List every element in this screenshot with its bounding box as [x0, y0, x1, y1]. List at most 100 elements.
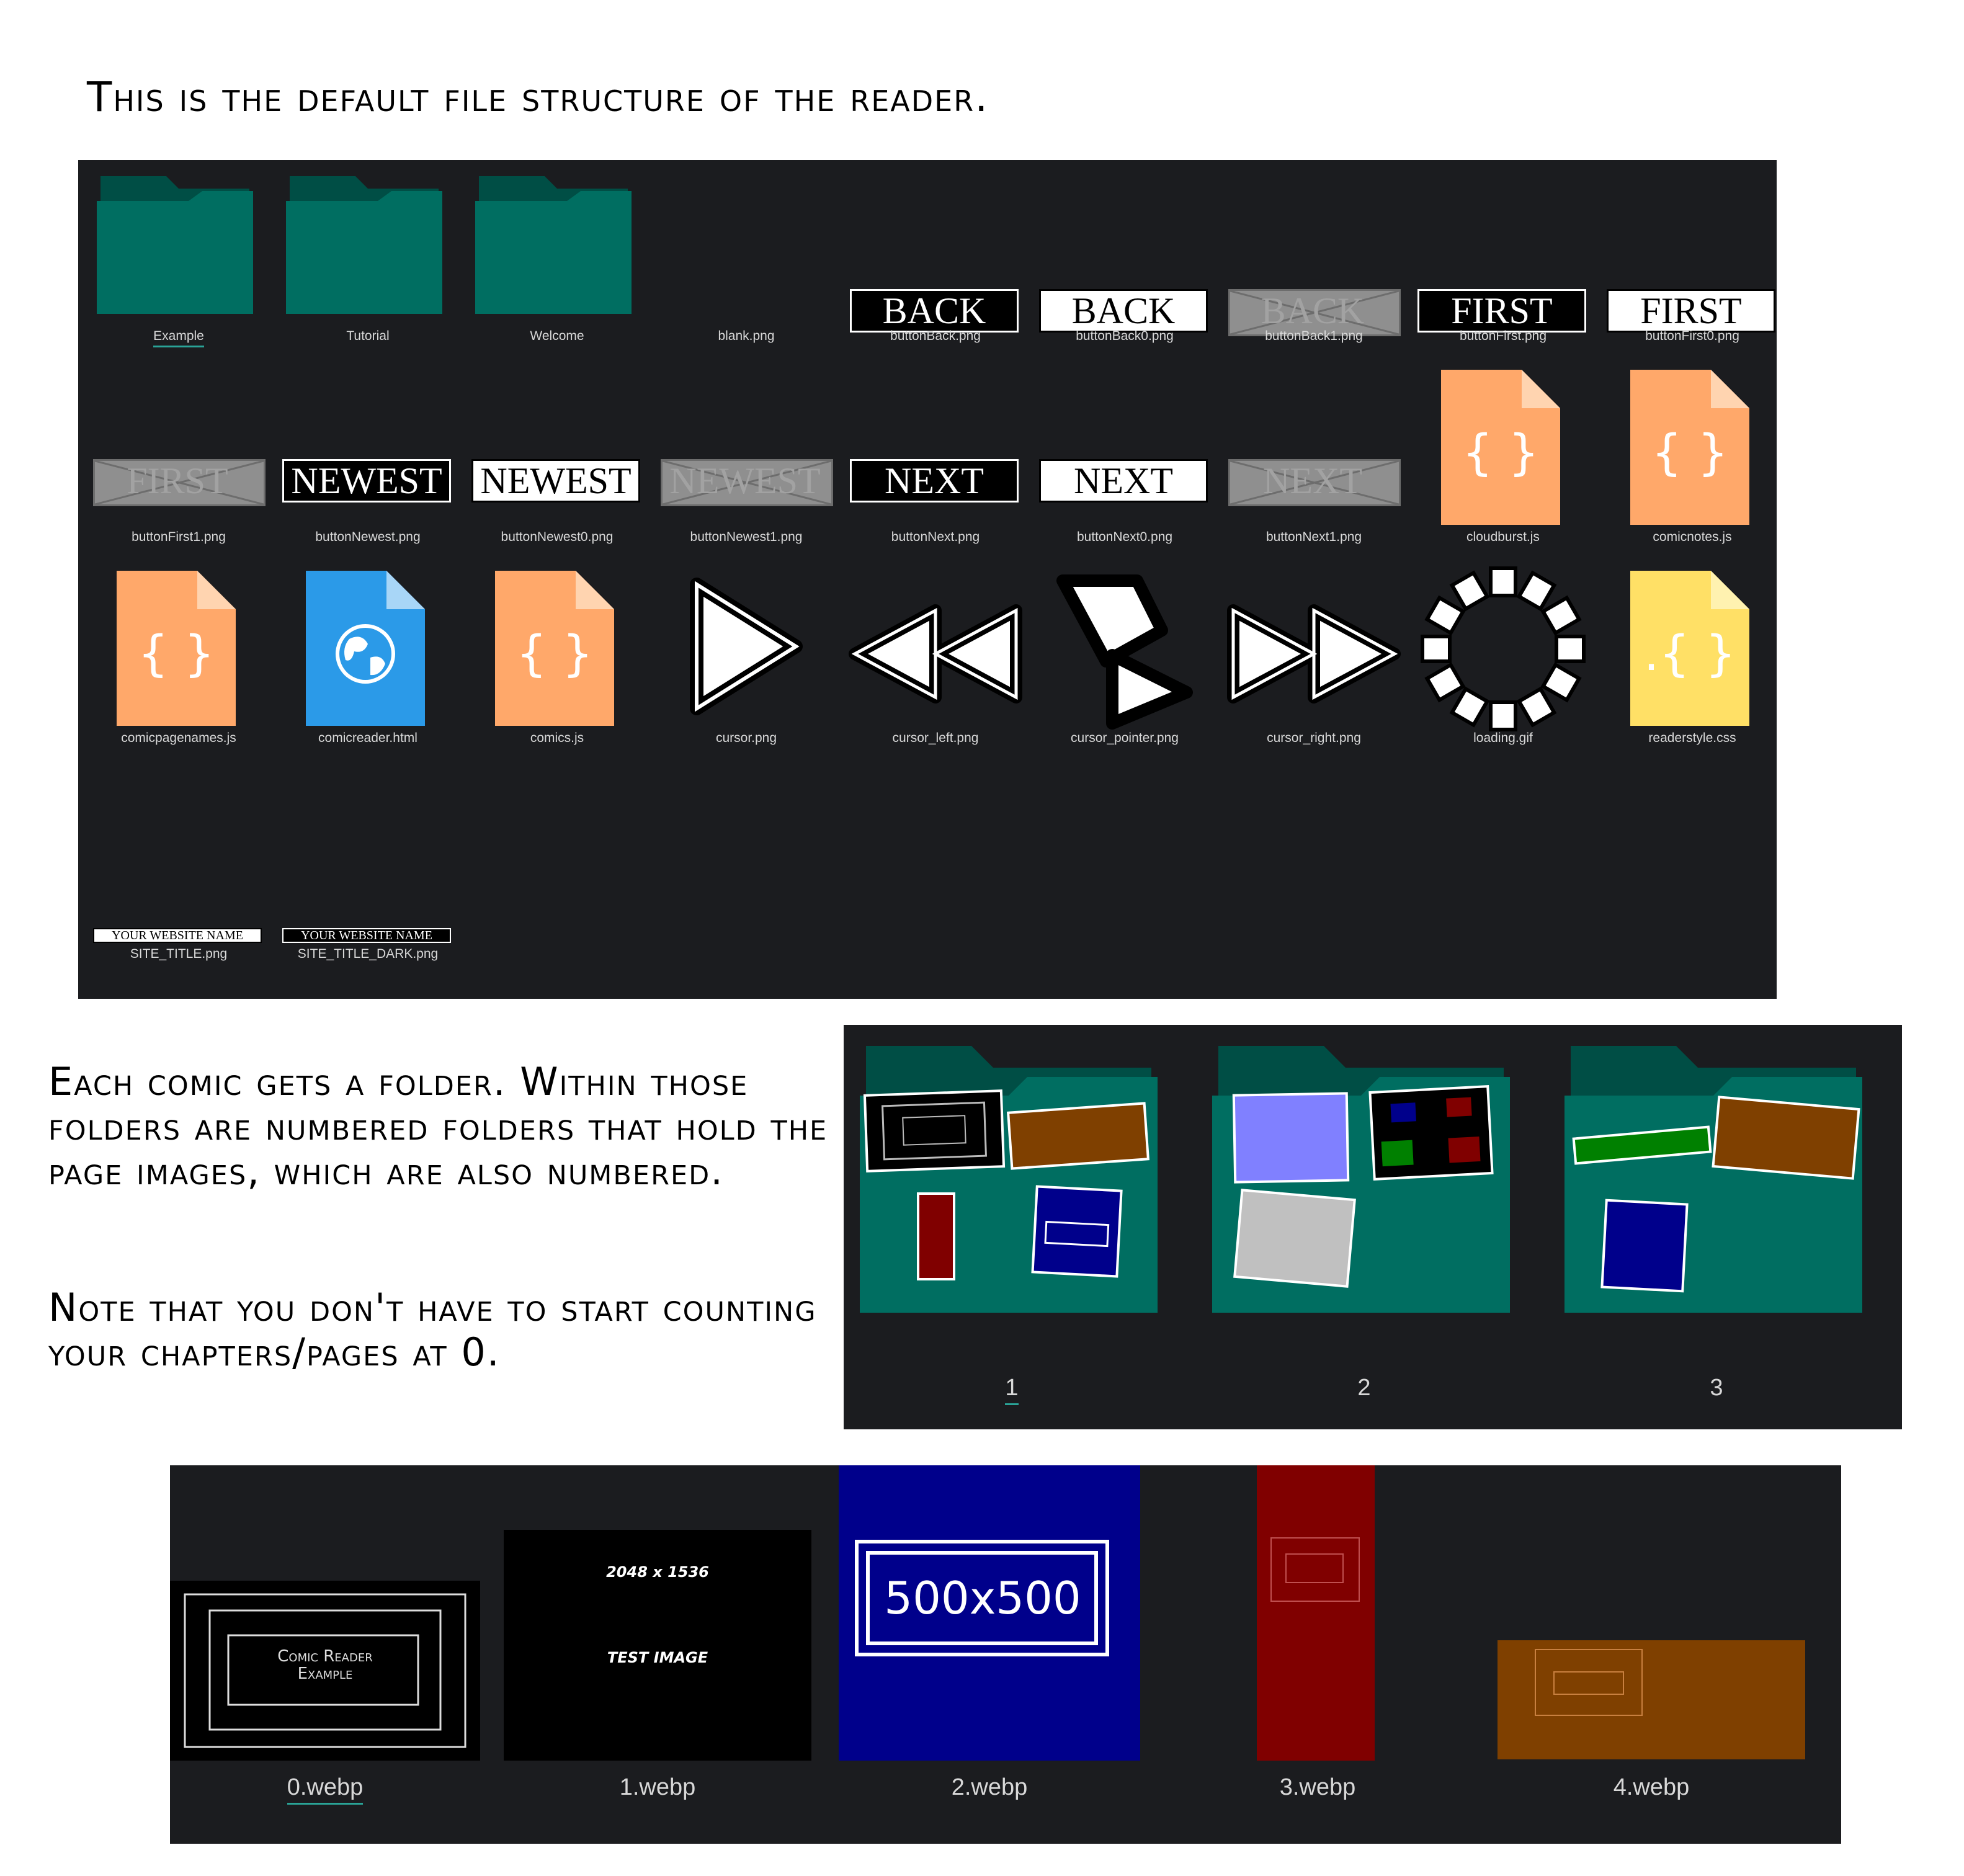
file-label: SITE_TITLE.png	[130, 947, 228, 961]
file-label: buttonNewest.png	[315, 530, 421, 544]
file-label: buttonNext1.png	[1265, 530, 1362, 544]
chapter-folder-1[interactable]: 1	[860, 1046, 1164, 1412]
js-file-icon: { }	[495, 571, 614, 726]
file-label: comicpagenames.js	[121, 731, 236, 745]
note-text: Note that you don't have to start counti…	[48, 1285, 817, 1375]
file-label: cloudburst.js	[1466, 530, 1540, 544]
file-label: cursor_left.png	[892, 731, 979, 745]
page-image-3[interactable]: 3.webp	[1169, 1465, 1466, 1829]
file-item[interactable]: blank.png	[653, 165, 839, 364]
file-label: blank.png	[718, 329, 775, 343]
file-item[interactable]: comicreader.html	[275, 567, 461, 766]
file-item[interactable]: FIRST buttonFirst1.png	[86, 366, 272, 565]
file-item[interactable]: { } comicpagenames.js	[86, 567, 272, 766]
chapter-folder-3[interactable]: 3	[1565, 1046, 1868, 1412]
file-label: cursor_pointer.png	[1071, 731, 1179, 745]
button-image-icon: NEWEST	[282, 459, 451, 502]
site-title-image-icon: YOUR WEBSITE NAME	[93, 928, 262, 943]
file-item[interactable]: YOUR WEBSITE NAME SITE_TITLE.png	[86, 768, 272, 967]
file-item[interactable]: .{ } readerstyle.css	[1599, 567, 1785, 766]
cursor-pointer-icon	[1056, 574, 1193, 730]
file-label: cursor.png	[715, 731, 777, 745]
file-item[interactable]: BACK buttonBack1.png	[1221, 165, 1407, 364]
file-item[interactable]: cursor_left.png	[842, 567, 1029, 766]
cursor-right-icon	[1227, 604, 1401, 704]
file-label: buttonFirst1.png	[132, 530, 226, 544]
file-item[interactable]: Example	[86, 165, 272, 364]
file-item[interactable]: cursor_pointer.png	[1032, 567, 1218, 766]
file-item[interactable]: NEWEST buttonNewest0.png	[464, 366, 650, 565]
file-item[interactable]: NEWEST buttonNewest.png	[275, 366, 461, 565]
file-label: buttonFirst.png	[1459, 329, 1547, 343]
intro-heading: This is the default file structure of th…	[87, 73, 989, 121]
thumbnail-caption: Comic Reader Example	[277, 1647, 373, 1683]
file-label: 0.webp	[287, 1774, 364, 1805]
thumbnail-caption-bottom: Test Image	[607, 1649, 708, 1666]
thumbnail-caption: 500x500	[884, 1572, 1081, 1624]
file-label: 1.webp	[619, 1774, 696, 1800]
folder-icon	[1212, 1046, 1510, 1313]
file-label: buttonFirst0.png	[1645, 329, 1739, 343]
site-title-image-icon: YOUR WEBSITE NAME	[282, 928, 451, 943]
cursor-icon	[690, 578, 803, 715]
file-label: cursor_right.png	[1267, 731, 1361, 745]
html-file-icon	[306, 571, 425, 726]
chapter-folder-2[interactable]: 2	[1212, 1046, 1516, 1412]
button-disabled-icon: NEWEST	[661, 459, 833, 506]
file-item[interactable]: cursor.png	[653, 567, 839, 766]
svg-text:.{ }: .{ }	[1644, 626, 1736, 682]
file-label: loading.gif	[1473, 731, 1533, 745]
file-item[interactable]: BACK buttonBack.png	[842, 165, 1029, 364]
svg-text:{ }: { }	[516, 626, 593, 682]
page-image-2[interactable]: 500x500 2.webp	[839, 1465, 1143, 1829]
file-label: buttonBack1.png	[1265, 329, 1363, 343]
folder-icon	[1565, 1046, 1862, 1313]
folder-icon	[860, 1046, 1158, 1313]
file-label: buttonBack0.png	[1076, 329, 1174, 343]
file-label: 2.webp	[951, 1774, 1028, 1800]
file-item[interactable]: Welcome	[464, 165, 650, 364]
file-label: 4.webp	[1613, 1774, 1690, 1800]
svg-text:{ }: { }	[1462, 425, 1539, 481]
file-item[interactable]: { } comicnotes.js	[1599, 366, 1785, 565]
folder-label: 3	[1710, 1375, 1723, 1401]
file-item[interactable]: cursor_right.png	[1221, 567, 1407, 766]
file-item[interactable]: FIRST buttonFirst0.png	[1599, 165, 1785, 364]
folder-label: 2	[1357, 1375, 1371, 1401]
folder-icon	[475, 176, 632, 314]
file-label: Welcome	[530, 329, 584, 343]
file-item[interactable]: NEWEST buttonNewest1.png	[653, 366, 839, 565]
js-file-icon: { }	[117, 571, 236, 726]
file-item[interactable]: YOUR WEBSITE NAME SITE_TITLE_DARK.png	[275, 768, 461, 967]
page-image-1[interactable]: 2048 x 1536 Test Image 1.webp	[504, 1530, 814, 1829]
page-image-0[interactable]: Comic Reader Example 0.webp	[170, 1581, 480, 1829]
file-item[interactable]: { } comics.js	[464, 567, 650, 766]
file-item[interactable]: NEXT buttonNext.png	[842, 366, 1029, 565]
page-image-view: Comic Reader Example 0.webp 2048 x 1536 …	[170, 1465, 1841, 1844]
file-label: buttonNewest1.png	[690, 530, 803, 544]
button-disabled-icon: FIRST	[93, 459, 266, 506]
root-folder-view: Example Tutorial Welcome blank.png BACK but…	[78, 160, 1777, 999]
page-thumbnail	[1257, 1465, 1375, 1761]
file-label: comicreader.html	[318, 731, 417, 745]
file-item[interactable]: FIRST buttonFirst.png	[1410, 165, 1596, 364]
file-label: buttonNext.png	[891, 530, 980, 544]
button-image-icon: NEXT	[850, 459, 1019, 502]
loading-spinner-icon	[1421, 566, 1586, 731]
file-label: SITE_TITLE_DARK.png	[297, 947, 439, 961]
js-file-icon: { }	[1630, 370, 1749, 525]
file-label: comics.js	[530, 731, 584, 745]
file-label: 3.webp	[1279, 1774, 1356, 1800]
file-label: comicnotes.js	[1653, 530, 1732, 544]
file-item[interactable]: { } cloudburst.js	[1410, 366, 1596, 565]
file-item[interactable]: NEXT buttonNext0.png	[1032, 366, 1218, 565]
file-item[interactable]: BACK buttonBack0.png	[1032, 165, 1218, 364]
page-image-4[interactable]: 4.webp	[1498, 1640, 1808, 1829]
file-item[interactable]: NEXT buttonNext1.png	[1221, 366, 1407, 565]
svg-text:{ }: { }	[1651, 425, 1728, 481]
css-file-icon: .{ }	[1630, 571, 1749, 726]
file-item[interactable]: Tutorial	[275, 165, 461, 364]
cursor-left-icon	[849, 604, 1022, 704]
file-label: buttonNext0.png	[1076, 530, 1173, 544]
file-item[interactable]: loading.gif	[1410, 566, 1596, 766]
